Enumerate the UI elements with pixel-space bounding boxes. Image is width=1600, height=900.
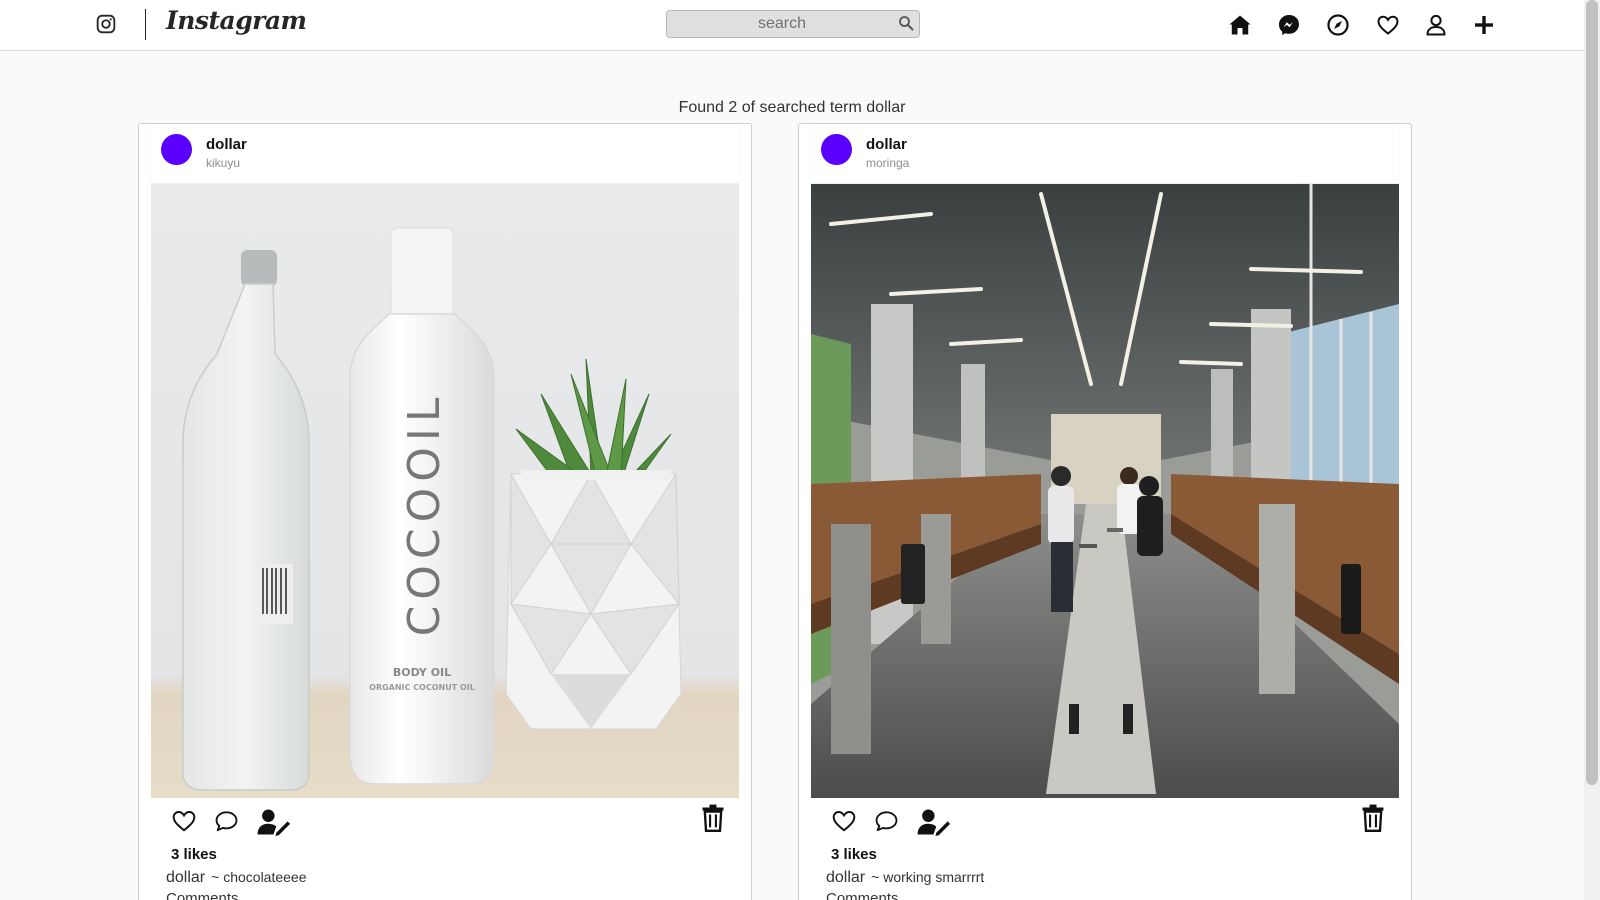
cocooil-product-photo: COCOOIL BODY OIL ORGANIC COCONUT OIL bbox=[151, 184, 739, 798]
post-image[interactable] bbox=[811, 184, 1399, 798]
post-header: dollar moringa bbox=[811, 124, 1399, 184]
avatar[interactable] bbox=[161, 134, 192, 165]
post-image[interactable]: COCOOIL BODY OIL ORGANIC COCONUT OIL bbox=[151, 184, 739, 798]
post-username[interactable]: dollar bbox=[206, 136, 247, 153]
caption-username[interactable]: dollar bbox=[826, 869, 865, 886]
top-navbar: Instagram bbox=[0, 0, 1584, 51]
brand-wordmark[interactable]: Instagram bbox=[166, 6, 307, 35]
office-photo bbox=[811, 184, 1399, 798]
bottle-subtext-2: ORGANIC COCONUT OIL bbox=[369, 683, 475, 692]
post-header: dollar kikuyu bbox=[151, 124, 739, 184]
result-term: dollar bbox=[866, 99, 906, 116]
post-location: kikuyu bbox=[206, 156, 241, 170]
scrollbar-track[interactable] bbox=[1584, 0, 1600, 900]
post-caption: dollar ~ chocolateeee bbox=[166, 869, 307, 887]
profile-icon[interactable] bbox=[1424, 13, 1448, 37]
like-heart-icon[interactable] bbox=[171, 808, 197, 834]
activity-heart-icon[interactable] bbox=[1376, 13, 1400, 37]
nav-divider bbox=[145, 9, 146, 40]
comments-link[interactable]: Comments bbox=[826, 890, 899, 900]
search-result-summary: Found 2 of searched term dollar bbox=[0, 99, 1584, 117]
post-username[interactable]: dollar bbox=[866, 136, 907, 153]
likes-count[interactable]: 3 likes bbox=[831, 846, 877, 863]
likes-count[interactable]: 3 likes bbox=[171, 846, 217, 863]
avatar[interactable] bbox=[821, 134, 852, 165]
home-icon[interactable] bbox=[1228, 13, 1252, 37]
like-heart-icon[interactable] bbox=[831, 808, 857, 834]
comment-bubble-icon[interactable] bbox=[873, 808, 900, 834]
scrollbar-thumb[interactable] bbox=[1586, 0, 1598, 785]
post-card: dollar moringa 3 likes dollar ~ working … bbox=[798, 123, 1412, 900]
result-prefix: Found bbox=[678, 99, 724, 116]
user-edit-icon[interactable] bbox=[257, 808, 291, 836]
explore-icon[interactable] bbox=[1326, 13, 1350, 37]
caption-text: ~ working smarrrrt bbox=[871, 869, 985, 885]
bottle-subtext: BODY OIL bbox=[393, 666, 451, 679]
instagram-logo-icon[interactable] bbox=[96, 14, 116, 34]
messenger-icon[interactable] bbox=[1277, 13, 1301, 37]
post-location: moringa bbox=[866, 156, 910, 170]
post-card: dollar kikuyu COCOOIL BODY OIL ORGANIC C… bbox=[138, 123, 752, 900]
comment-bubble-icon[interactable] bbox=[213, 808, 240, 834]
delete-trash-icon[interactable] bbox=[701, 804, 725, 832]
comments-link[interactable]: Comments bbox=[166, 890, 239, 900]
result-count: 2 bbox=[728, 99, 738, 116]
caption-username[interactable]: dollar bbox=[166, 869, 205, 886]
post-caption: dollar ~ working smarrrrt bbox=[826, 869, 984, 887]
caption-text: ~ chocolateeee bbox=[211, 869, 307, 885]
user-edit-icon[interactable] bbox=[917, 808, 951, 836]
delete-trash-icon[interactable] bbox=[1361, 804, 1385, 832]
search-box bbox=[666, 10, 920, 38]
bottle-brand-text: COCOOIL bbox=[399, 392, 450, 637]
search-icon[interactable] bbox=[898, 15, 914, 31]
search-input[interactable] bbox=[667, 11, 919, 37]
result-middle: of searched term bbox=[741, 99, 862, 116]
add-post-icon[interactable] bbox=[1472, 13, 1496, 37]
